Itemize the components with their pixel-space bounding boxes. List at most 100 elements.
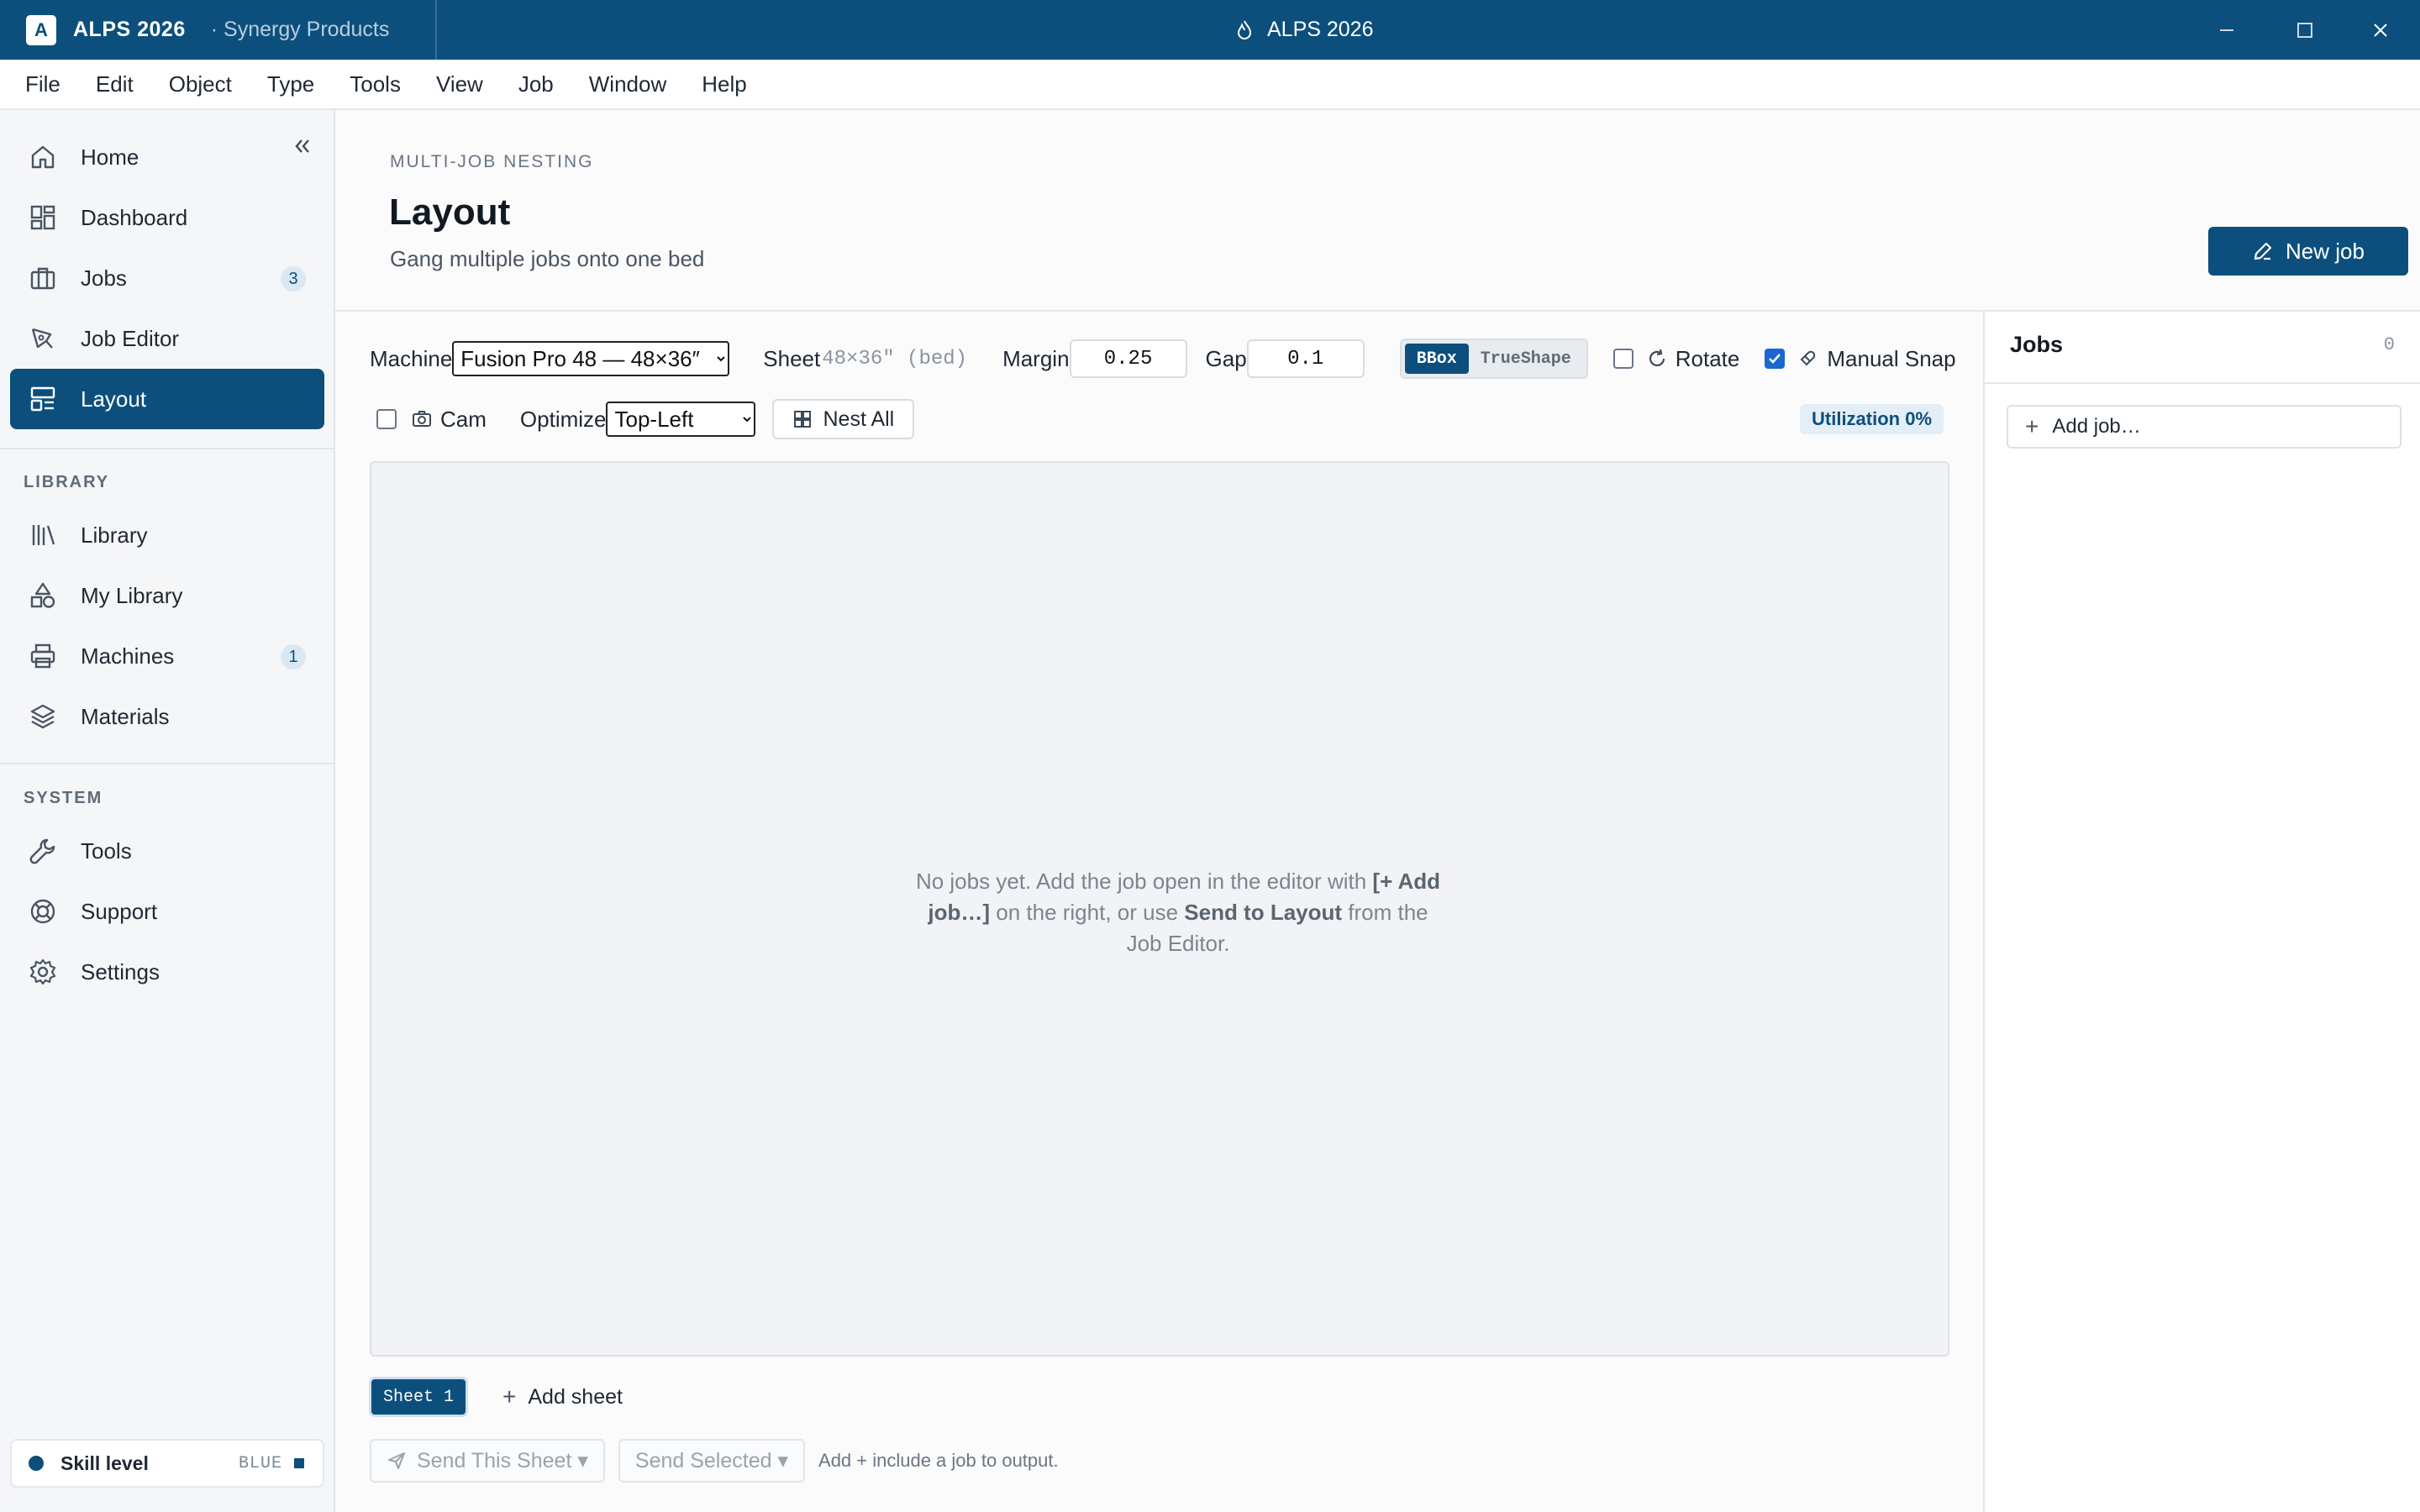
mode-trueshape-button[interactable]: TrueShape	[1469, 344, 1583, 374]
edit-icon	[2254, 242, 2272, 260]
app-branding: A ALPS 2026 · Synergy Products	[0, 0, 437, 60]
add-sheet-label: Add sheet	[528, 1384, 623, 1409]
jobs-panel-header: Jobs 0	[1985, 312, 2420, 384]
sidebar-divider	[0, 763, 334, 764]
maximize-button[interactable]	[2280, 0, 2330, 60]
minimize-button[interactable]	[2202, 0, 2252, 60]
machines-count-badge: 1	[281, 644, 306, 669]
nest-mode-toggle: BBox TrueShape	[1399, 339, 1588, 379]
menu-view[interactable]: View	[436, 71, 483, 97]
sidebar-item-support[interactable]: Support	[10, 881, 324, 942]
machine-select[interactable]: Fusion Pro 48 — 48×36″	[452, 341, 730, 376]
page-header: MULTI-JOB NESTING Layout Gang multiple j…	[335, 110, 2420, 312]
sheet-canvas[interactable]: No jobs yet. Add the job open in the edi…	[370, 461, 1949, 1357]
briefcase-icon	[27, 262, 59, 294]
sidebar-item-materials[interactable]: Materials	[10, 686, 324, 747]
menu-file[interactable]: File	[25, 71, 60, 97]
section-label-library: LIBRARY	[24, 473, 110, 491]
sidebar-item-home[interactable]: Home	[10, 127, 324, 187]
menu-window[interactable]: Window	[589, 71, 666, 97]
empty-send-to-layout-ref: Send to Layout	[1184, 900, 1343, 925]
sidebar-item-label: Support	[81, 898, 158, 924]
menu-edit[interactable]: Edit	[96, 71, 134, 97]
menu-tools[interactable]: Tools	[350, 71, 401, 97]
send-selected-button[interactable]: Send Selected ▾	[618, 1439, 806, 1483]
rotate-label: Rotate	[1675, 345, 1740, 371]
sheet-size-value: 48×36″ (bed)	[822, 347, 968, 370]
menu-help[interactable]: Help	[702, 71, 746, 97]
minimize-icon	[2220, 29, 2233, 31]
menu-type[interactable]: Type	[267, 71, 314, 97]
sidebar-item-jobs[interactable]: Jobs 3	[10, 248, 324, 308]
output-footer: Send This Sheet ▾ Send Selected ▾ Add + …	[370, 1439, 1059, 1483]
gap-input[interactable]	[1246, 339, 1365, 378]
skill-level-label: Skill level	[60, 1452, 149, 1474]
window-title-text: ALPS 2026	[1267, 18, 1374, 41]
jobs-panel-count: 0	[2383, 334, 2395, 355]
send-this-sheet-label: Send This Sheet ▾	[417, 1449, 588, 1473]
sidebar-item-dashboard[interactable]: Dashboard	[10, 187, 324, 248]
sidebar-item-label: Settings	[81, 958, 160, 984]
sidebar-item-label: Layout	[81, 386, 147, 412]
sidebar-item-label: Jobs	[81, 265, 127, 291]
menu-job[interactable]: Job	[518, 71, 554, 97]
sidebar-item-label: Tools	[81, 837, 132, 864]
layout-icon	[27, 383, 59, 415]
machine-label: Machine	[370, 345, 453, 371]
cam-checkbox[interactable]	[376, 409, 397, 429]
menu-object[interactable]: Object	[169, 71, 232, 97]
sidebar-item-tools[interactable]: Tools	[10, 821, 324, 881]
sidebar-item-label: Library	[81, 522, 148, 548]
page-eyebrow: MULTI-JOB NESTING	[390, 152, 594, 171]
manual-snap-label: Manual Snap	[1827, 345, 1956, 371]
skill-level-swatch	[294, 1458, 304, 1468]
close-icon	[2374, 23, 2387, 37]
add-job-label: Add job…	[2052, 415, 2141, 438]
home-icon	[27, 141, 59, 173]
jobs-panel: Jobs 0 + Add job…	[1983, 312, 2420, 1512]
new-job-label: New job	[2286, 238, 2365, 264]
margin-label: Margin	[1002, 345, 1070, 371]
rotate-checkbox[interactable]	[1612, 349, 1634, 369]
nest-all-button[interactable]: Nest All	[772, 399, 915, 439]
cam-label: Cam	[440, 406, 487, 432]
send-selected-label: Send Selected ▾	[634, 1449, 789, 1473]
section-label-system: SYSTEM	[24, 789, 103, 807]
send-this-sheet-button[interactable]: Send This Sheet ▾	[370, 1439, 605, 1483]
sidebar-item-label: Machines	[81, 643, 175, 669]
add-job-button[interactable]: + Add job…	[2007, 405, 2402, 449]
layout-workspace: Machine Fusion Pro 48 — 48×36″ Sheet 48×…	[335, 312, 1983, 1512]
sidebar-item-job-editor[interactable]: Job Editor	[10, 308, 324, 369]
sidebar-item-label: My Library	[81, 582, 183, 608]
title-bar: A ALPS 2026 · Synergy Products ALPS 2026	[0, 0, 2420, 60]
sidebar-item-library[interactable]: Library	[10, 505, 324, 565]
empty-state-message: No jobs yet. Add the job open in the edi…	[909, 866, 1447, 959]
sidebar-item-my-library[interactable]: My Library	[10, 565, 324, 626]
output-hint: Add + include a job to output.	[818, 1450, 1059, 1471]
flame-icon	[1237, 20, 1252, 39]
close-button[interactable]	[2355, 0, 2406, 60]
manual-snap-checkbox[interactable]	[1765, 349, 1786, 369]
mode-bbox-button[interactable]: BBox	[1404, 344, 1469, 374]
page-subtitle: Gang multiple jobs onto one bed	[390, 246, 705, 271]
skill-level-selector[interactable]: Skill level BLUE	[10, 1439, 324, 1488]
maximize-icon	[2297, 22, 2312, 38]
sidebar-item-settings[interactable]: Settings	[10, 942, 324, 1002]
sidebar-item-layout[interactable]: Layout	[10, 369, 324, 429]
magnet-icon	[1800, 350, 1816, 366]
empty-text-1: No jobs yet. Add the job open in the edi…	[915, 869, 1373, 894]
new-job-button[interactable]: New job	[2208, 227, 2408, 276]
sidebar-item-machines[interactable]: Machines 1	[10, 626, 324, 686]
sidebar-item-label: Job Editor	[81, 325, 180, 351]
sidebar-divider	[0, 448, 334, 449]
nest-all-label: Nest All	[823, 407, 895, 431]
nesting-toolbar-row-2: Cam Optimize Top-Left Nest All	[370, 399, 915, 439]
sheet-tab-1[interactable]: Sheet 1	[371, 1379, 466, 1415]
margin-input[interactable]	[1069, 339, 1187, 378]
optimize-select[interactable]: Top-Left	[606, 402, 756, 437]
optimize-label: Optimize	[519, 406, 607, 432]
add-sheet-button[interactable]: + Add sheet	[502, 1379, 623, 1415]
empty-text-2: on the right, or use	[990, 900, 1185, 925]
layers-icon	[27, 701, 59, 732]
window-title: ALPS 2026	[1235, 0, 1374, 60]
